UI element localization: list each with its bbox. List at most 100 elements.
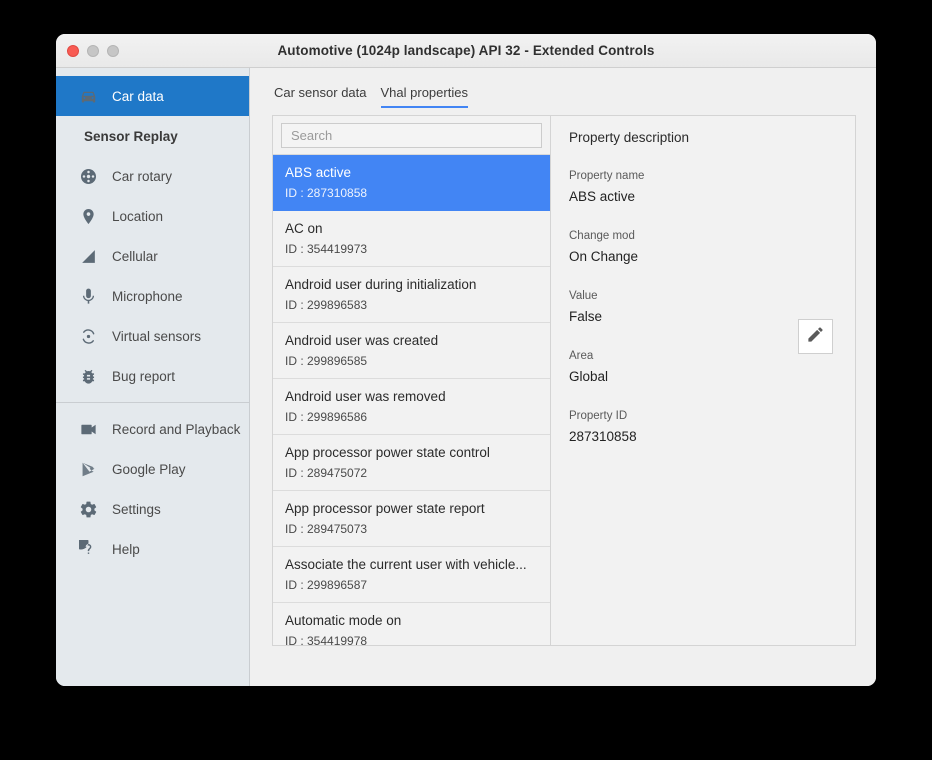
sidebar-item-settings[interactable]: Settings — [56, 489, 249, 529]
tab-car-sensor-data[interactable]: Car sensor data — [274, 85, 367, 108]
list-item[interactable]: Android user was created ID : 299896585 — [273, 323, 550, 379]
extended-controls-window: Automotive (1024p landscape) API 32 - Ex… — [56, 34, 876, 686]
list-item[interactable]: App processor power state report ID : 28… — [273, 491, 550, 547]
field-value: On Change — [569, 248, 837, 266]
pencil-edit-icon — [806, 325, 825, 349]
sidebar-item-label: Help — [112, 542, 140, 557]
sidebar-item-label: Microphone — [112, 289, 183, 304]
sidebar-item-label: Virtual sensors — [112, 329, 201, 344]
tab-vhal-properties[interactable]: Vhal properties — [381, 85, 468, 108]
sidebar-item-bug-report[interactable]: Bug report — [56, 356, 249, 396]
sidebar-item-label: Bug report — [112, 369, 175, 384]
search-container — [273, 116, 550, 148]
list-item[interactable]: Associate the current user with vehicle.… — [273, 547, 550, 603]
minimize-button[interactable] — [87, 45, 99, 57]
field-change-mod: Change mod On Change — [569, 229, 837, 266]
field-value: ABS active — [569, 188, 837, 206]
sidebar-item-location[interactable]: Location — [56, 196, 249, 236]
property-id: ID : 354419978 — [285, 634, 550, 645]
google-play-icon — [78, 459, 98, 479]
sidebar-divider — [56, 402, 249, 403]
field-property-name: Property name ABS active — [569, 169, 837, 206]
sidebar-item-label: Record and Playback — [112, 422, 240, 437]
field-label: Property ID — [569, 409, 837, 424]
property-id: ID : 299896585 — [285, 354, 550, 369]
close-button[interactable] — [67, 45, 79, 57]
sidebar-item-cellular[interactable]: Cellular — [56, 236, 249, 276]
virtual-sensors-icon — [78, 326, 98, 346]
property-name: Associate the current user with vehicle.… — [285, 556, 550, 573]
sidebar-item-label: Car data — [112, 89, 164, 104]
search-input[interactable] — [281, 123, 542, 148]
property-name: Android user was removed — [285, 388, 550, 405]
sidebar-item-sensor-replay[interactable]: Sensor Replay — [56, 116, 249, 156]
property-name: ABS active — [285, 164, 550, 181]
sidebar-item-label: Car rotary — [112, 169, 172, 184]
field-label: Value — [569, 289, 837, 304]
list-item[interactable]: Automatic mode on ID : 354419978 — [273, 603, 550, 645]
sidebar-nav: Car data Sensor Replay Car rotary — [56, 68, 250, 686]
sidebar-item-label: Google Play — [112, 462, 186, 477]
window-title: Automotive (1024p landscape) API 32 - Ex… — [56, 43, 876, 58]
property-id: ID : 299896587 — [285, 578, 550, 593]
list-item[interactable]: AC on ID : 354419973 — [273, 211, 550, 267]
rotary-icon — [78, 166, 98, 186]
main-content: Car sensor data Vhal properties ABS acti… — [250, 68, 876, 686]
property-list-column: ABS active ID : 287310858 AC on ID : 354… — [273, 116, 551, 645]
sidebar-item-microphone[interactable]: Microphone — [56, 276, 249, 316]
car-icon — [78, 86, 98, 106]
property-name: Automatic mode on — [285, 612, 550, 629]
property-id: ID : 299896586 — [285, 410, 550, 425]
property-name: App processor power state control — [285, 444, 550, 461]
field-value: Global — [569, 368, 837, 386]
property-id: ID : 289475073 — [285, 522, 550, 537]
list-item[interactable]: App processor power state control ID : 2… — [273, 435, 550, 491]
microphone-icon — [78, 286, 98, 306]
sidebar-item-help[interactable]: Help — [56, 529, 249, 569]
list-item[interactable]: Android user during initialization ID : … — [273, 267, 550, 323]
sidebar-item-google-play[interactable]: Google Play — [56, 449, 249, 489]
window-traffic-lights — [67, 34, 119, 67]
list-item[interactable]: ABS active ID : 287310858 — [273, 155, 550, 211]
property-id: ID : 299896583 — [285, 298, 550, 313]
vhal-properties-panel: ABS active ID : 287310858 AC on ID : 354… — [272, 115, 856, 646]
property-description-heading: Property description — [569, 130, 837, 145]
field-value: False — [569, 308, 837, 326]
sidebar-item-virtual-sensors[interactable]: Virtual sensors — [56, 316, 249, 356]
sidebar-item-record-and-playback[interactable]: Record and Playback — [56, 409, 249, 449]
window-body: Car data Sensor Replay Car rotary — [56, 68, 876, 686]
property-id: ID : 354419973 — [285, 242, 550, 257]
sidebar-item-car-rotary[interactable]: Car rotary — [56, 156, 249, 196]
sidebar-item-car-data[interactable]: Car data — [56, 76, 249, 116]
property-id: ID : 289475072 — [285, 466, 550, 481]
field-label: Property name — [569, 169, 837, 184]
property-id: ID : 287310858 — [285, 186, 550, 201]
tab-bar: Car sensor data Vhal properties — [272, 78, 856, 108]
maximize-button[interactable] — [107, 45, 119, 57]
field-value: 287310858 — [569, 428, 837, 446]
window-titlebar: Automotive (1024p landscape) API 32 - Ex… — [56, 34, 876, 68]
property-name: Android user was created — [285, 332, 550, 349]
property-description-panel: Property description Property name ABS a… — [551, 116, 855, 645]
sidebar-item-label: Sensor Replay — [84, 129, 178, 144]
video-camera-icon — [78, 419, 98, 439]
location-pin-icon — [78, 206, 98, 226]
property-name: App processor power state report — [285, 500, 550, 517]
property-name: Android user during initialization — [285, 276, 550, 293]
field-value: Value False — [569, 289, 837, 326]
field-area: Area Global — [569, 349, 837, 386]
sidebar-item-label: Settings — [112, 502, 161, 517]
edit-value-button[interactable] — [798, 319, 833, 354]
field-label: Area — [569, 349, 837, 364]
sidebar-item-label: Cellular — [112, 249, 158, 264]
help-question-icon — [78, 539, 98, 559]
bug-icon — [78, 366, 98, 386]
property-list[interactable]: ABS active ID : 287310858 AC on ID : 354… — [273, 154, 550, 645]
cellular-signal-icon — [78, 246, 98, 266]
field-property-id: Property ID 287310858 — [569, 409, 837, 446]
list-item[interactable]: Android user was removed ID : 299896586 — [273, 379, 550, 435]
sidebar-item-label: Location — [112, 209, 163, 224]
field-label: Change mod — [569, 229, 837, 244]
gear-icon — [78, 499, 98, 519]
property-name: AC on — [285, 220, 550, 237]
